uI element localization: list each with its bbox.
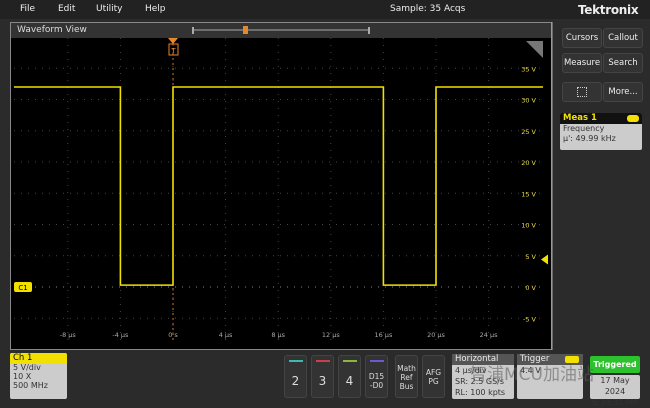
trigger-status[interactable]: Triggered bbox=[590, 356, 640, 373]
ch1-probe: 10 X bbox=[13, 372, 32, 381]
overview-right-bracket bbox=[368, 27, 370, 34]
zoom-icon bbox=[577, 87, 587, 97]
x-tick-label: 24 µs bbox=[480, 331, 498, 339]
x-tick-label: 20 µs bbox=[427, 331, 445, 339]
trigger-level-arrow bbox=[541, 254, 548, 265]
y-tick-label: 20 V bbox=[521, 159, 536, 167]
digital-button[interactable]: D15 -D0 bbox=[365, 355, 388, 398]
overview-trigger-marker bbox=[243, 26, 248, 34]
y-tick-label: 0 V bbox=[525, 284, 536, 292]
ch2-label: 2 bbox=[291, 374, 300, 388]
meas1-badge[interactable]: Meas 1 Frequency µ': 49.99 kHz bbox=[560, 113, 642, 150]
ch1-badge[interactable]: Ch 1 5 V/div 10 X 500 MHz bbox=[10, 353, 67, 399]
record-length: RL: 100 kpts bbox=[455, 388, 506, 397]
ch1-title: Ch 1 bbox=[10, 353, 67, 363]
more-button[interactable]: More... bbox=[603, 82, 643, 102]
cursors-button[interactable]: Cursors bbox=[562, 28, 602, 48]
x-tick-label: -8 µs bbox=[60, 331, 77, 339]
afg-pg-button[interactable]: AFG PG bbox=[422, 355, 445, 398]
x-tick-label: 16 µs bbox=[374, 331, 392, 339]
y-tick-label: 35 V bbox=[521, 65, 536, 73]
meas1-value: µ': 49.99 kHz bbox=[563, 134, 616, 143]
x-tick-label: -4 µs bbox=[112, 331, 129, 339]
callout-button[interactable]: Callout bbox=[603, 28, 643, 48]
math-ref-bus-button[interactable]: Math Ref Bus bbox=[395, 355, 418, 398]
y-tick-label: 30 V bbox=[521, 97, 536, 105]
y-tick-label: -5 V bbox=[523, 315, 537, 323]
ch1-scale: 5 V/div bbox=[13, 363, 41, 372]
meas1-source-badge bbox=[627, 115, 639, 122]
measure-button[interactable]: Measure bbox=[562, 53, 602, 73]
y-tick-label: 25 V bbox=[521, 128, 536, 136]
math-label: Math Ref Bus bbox=[397, 364, 416, 391]
ch1-marker-label: C1 bbox=[18, 284, 27, 292]
y-tick-label: 5 V bbox=[525, 253, 536, 261]
watermark: 智浦MCU加油站 bbox=[470, 365, 594, 385]
y-tick-label: 10 V bbox=[521, 222, 536, 230]
date: 17 May 2024 bbox=[600, 376, 630, 396]
overview-left-bracket bbox=[192, 27, 194, 34]
x-tick-label: 4 µs bbox=[219, 331, 233, 339]
x-tick-label: 8 µs bbox=[271, 331, 285, 339]
ch1-bandwidth: 500 MHz bbox=[13, 381, 48, 390]
time: 6:39:31 PM bbox=[592, 398, 638, 407]
x-tick-label: 0 s bbox=[168, 331, 178, 339]
ch3-button[interactable]: 3 bbox=[311, 355, 334, 398]
zoom-button[interactable] bbox=[562, 82, 602, 102]
view-corner-icon bbox=[526, 41, 543, 58]
ch4-label: 4 bbox=[345, 374, 354, 388]
y-tick-label: 15 V bbox=[521, 190, 536, 198]
afg-label: AFG PG bbox=[425, 368, 442, 386]
digital-label: D15 -D0 bbox=[368, 372, 385, 390]
search-button[interactable]: Search bbox=[603, 53, 643, 73]
ch3-label: 3 bbox=[318, 374, 327, 388]
x-tick-label: 12 µs bbox=[322, 331, 340, 339]
ch2-button[interactable]: 2 bbox=[284, 355, 307, 398]
trigger-marker-label: T bbox=[170, 47, 176, 55]
trigger-position-arrow bbox=[168, 38, 178, 44]
meas1-label: Frequency bbox=[563, 124, 605, 133]
ch4-button[interactable]: 4 bbox=[338, 355, 361, 398]
datetime: 17 May 2024 6:39:31 PM bbox=[590, 375, 640, 407]
waveform-plot[interactable]: 35 V 30 V 25 V 20 V 15 V 10 V 5 V 0 V -5 V -8 µs -… bbox=[0, 0, 650, 402]
